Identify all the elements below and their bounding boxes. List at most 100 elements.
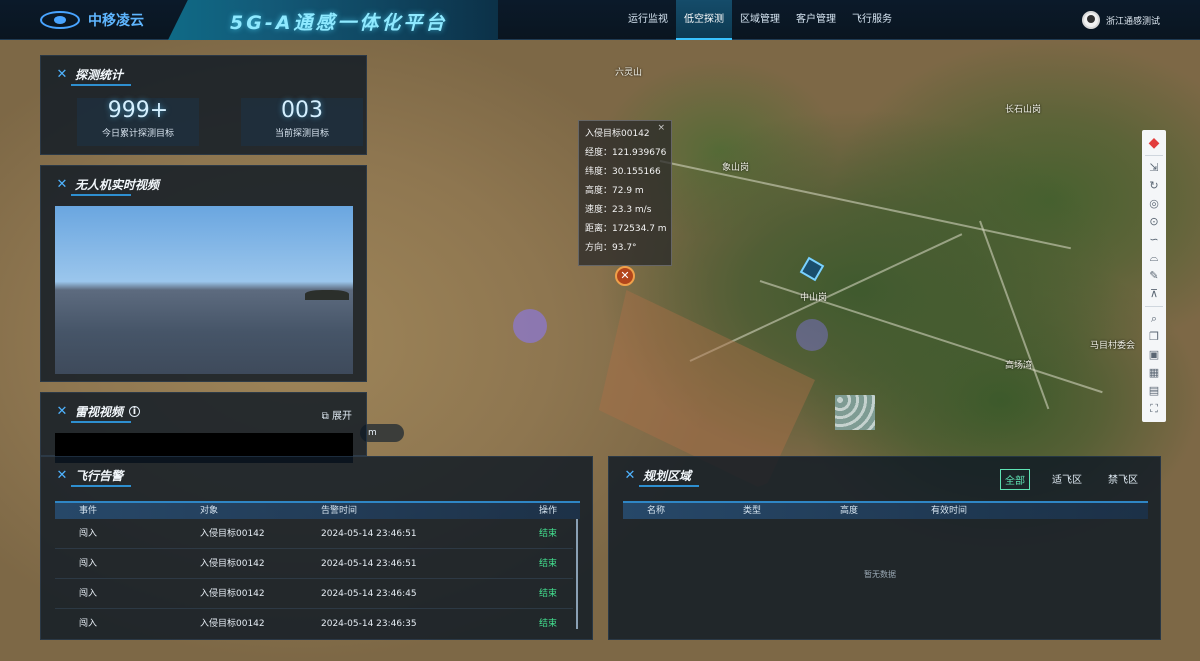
cell-event: 闯入 bbox=[79, 589, 98, 599]
cell-time: 2024-05-14 23:46:45 bbox=[321, 589, 417, 599]
nav-item-flight-service[interactable]: 飞行服务 bbox=[844, 0, 900, 40]
brand-name: 中移凌云 bbox=[88, 13, 144, 29]
panel-title: ✕ 规划区域 bbox=[623, 467, 699, 487]
target-marker-icon[interactable]: ✕ bbox=[615, 266, 635, 286]
planning-zones-panel: ✕ 规划区域 全部 适飞区 禁飞区 名称 类型 高度 有效时间 暂无数据 bbox=[608, 456, 1161, 640]
alerts-title: 飞行告警 bbox=[75, 469, 124, 483]
expand-label: 展开 bbox=[332, 411, 352, 422]
nav-item-area-management[interactable]: 区域管理 bbox=[732, 0, 788, 40]
tooltip-target: 入侵目标00142 bbox=[585, 129, 650, 139]
map-label: 长石山岗 bbox=[1005, 105, 1042, 115]
station-icon[interactable]: ⊼ bbox=[1145, 285, 1163, 303]
cell-object: 入侵目标00142 bbox=[200, 619, 265, 629]
layers-icon[interactable]: ◎ bbox=[1145, 195, 1163, 213]
uav-video-feed[interactable] bbox=[55, 206, 353, 374]
panel-x-icon: ✕ bbox=[56, 66, 68, 82]
cell-time: 2024-05-14 23:46:51 bbox=[321, 529, 417, 539]
map-label: 马目村委会 bbox=[1090, 341, 1136, 351]
zone-tabs: 全部 适飞区 禁飞区 bbox=[1000, 469, 1142, 490]
zones-table-header: 名称 类型 高度 有效时间 bbox=[623, 501, 1148, 519]
cell-object: 入侵目标00142 bbox=[200, 589, 265, 599]
stats-panel: ✕ 探测统计 999+ 今日累计探测目标 003 当前探测目标 bbox=[40, 55, 367, 155]
tooltip-longitude: 经度：121.939676 bbox=[585, 148, 667, 158]
avatar bbox=[1081, 11, 1100, 29]
panel-x-icon: ✕ bbox=[56, 403, 68, 419]
table-row[interactable]: 闯入 入侵目标00142 2024-05-14 23:46:35 结束 bbox=[55, 609, 573, 639]
stats-title: 探测统计 bbox=[75, 68, 124, 82]
title-underline bbox=[71, 421, 131, 423]
search-icon[interactable]: ⌕ bbox=[1145, 310, 1163, 328]
copy-icon[interactable]: ❐ bbox=[1145, 328, 1163, 346]
bag-icon[interactable]: ▤ bbox=[1145, 382, 1163, 400]
column-header: 对象 bbox=[200, 506, 219, 516]
station-pin-icon[interactable] bbox=[799, 256, 825, 282]
table-row[interactable]: 闯入 入侵目标00142 2024-05-14 23:46:51 结束 bbox=[55, 549, 573, 579]
stat-today: 999+ 今日累计探测目标 bbox=[77, 98, 199, 146]
stat-current-value: 003 bbox=[281, 98, 323, 123]
route-icon[interactable]: ∽ bbox=[1145, 231, 1163, 249]
cell-event: 闯入 bbox=[79, 619, 98, 629]
radar-icon[interactable]: ⌓ bbox=[1145, 249, 1163, 267]
end-button[interactable]: 结束 bbox=[539, 609, 573, 639]
panel-title: ✕ 无人机实时视频 bbox=[55, 176, 159, 196]
location-icon[interactable]: ⊙ bbox=[1145, 213, 1163, 231]
cell-object: 入侵目标00142 bbox=[200, 529, 265, 539]
export-icon[interactable]: ⇲ bbox=[1145, 159, 1163, 177]
table-row[interactable]: 闯入 入侵目标00142 2024-05-14 23:46:45 结束 bbox=[55, 579, 573, 609]
image-icon[interactable]: ▣ bbox=[1145, 346, 1163, 364]
radar-video-panel: ✕ 雷视视频 i ⧉ 展开 bbox=[40, 392, 367, 463]
fullscreen-icon[interactable]: ⛶ bbox=[1145, 400, 1163, 418]
flight-alerts-panel: ✕ 飞行告警 事件 对象 告警时间 操作 闯入 入侵目标00142 2024-0… bbox=[40, 456, 593, 640]
column-header: 高度 bbox=[840, 506, 859, 516]
end-button[interactable]: 结束 bbox=[539, 549, 573, 578]
tooltip-direction: 方向：93.7° bbox=[585, 243, 637, 253]
toolbar-divider bbox=[1145, 306, 1163, 307]
table-scrollbar[interactable] bbox=[576, 519, 578, 629]
compass-icon[interactable]: ◆ bbox=[1145, 134, 1163, 152]
target-tooltip: × 入侵目标00142 经度：121.939676 纬度：30.155166 高… bbox=[578, 120, 672, 266]
stat-today-label: 今日累计探测目标 bbox=[101, 129, 174, 139]
info-icon[interactable]: i bbox=[129, 406, 141, 417]
nav-item-customer-management[interactable]: 客户管理 bbox=[788, 0, 844, 40]
nav-item-low-altitude-detection[interactable]: 低空探测 bbox=[676, 0, 732, 40]
close-icon[interactable]: × bbox=[657, 123, 665, 133]
panel-x-icon: ✕ bbox=[624, 467, 636, 483]
end-button[interactable]: 结束 bbox=[539, 519, 573, 548]
radar-video-title: 雷视视频 bbox=[75, 405, 124, 419]
uav-video-panel: ✕ 无人机实时视频 bbox=[40, 165, 367, 382]
table-row[interactable]: 闯入 入侵目标00142 2024-05-14 23:46:51 结束 bbox=[55, 519, 573, 549]
tooltip-distance: 距离：172534.7 m bbox=[585, 224, 667, 234]
map-label: 高场湾 bbox=[1005, 361, 1033, 371]
brand-logo[interactable]: 中移凌云 bbox=[40, 10, 144, 30]
title-underline bbox=[71, 84, 131, 86]
cell-time: 2024-05-14 23:46:51 bbox=[321, 559, 417, 569]
column-header: 告警时间 bbox=[321, 506, 358, 516]
tooltip-altitude: 高度：72.9 m bbox=[585, 186, 644, 196]
expand-icon: ⧉ bbox=[321, 411, 329, 422]
tab-all[interactable]: 全部 bbox=[1000, 469, 1030, 490]
logo-icon bbox=[40, 11, 80, 29]
expand-button[interactable]: ⧉ 展开 bbox=[322, 407, 352, 422]
nav-item-operation-monitor[interactable]: 运行监视 bbox=[620, 0, 676, 40]
user-name: 浙江通感测试 bbox=[1105, 16, 1160, 27]
alerts-table-header: 事件 对象 告警时间 操作 bbox=[55, 501, 580, 519]
column-header: 有效时间 bbox=[931, 506, 968, 516]
grid-icon[interactable]: ▦ bbox=[1145, 364, 1163, 382]
panel-x-icon: ✕ bbox=[56, 467, 68, 483]
tab-fly-zone[interactable]: 适飞区 bbox=[1048, 469, 1086, 490]
panel-title: ✕ 探测统计 bbox=[55, 66, 131, 86]
map-road bbox=[659, 160, 1072, 250]
video-island bbox=[305, 290, 349, 300]
main-nav: 运行监视 低空探测 区域管理 客户管理 飞行服务 bbox=[620, 0, 900, 40]
refresh-icon[interactable]: ↻ bbox=[1145, 177, 1163, 195]
map-label: 六灵山 bbox=[615, 68, 643, 78]
column-header: 操作 bbox=[539, 506, 558, 516]
edit-icon[interactable]: ✎ bbox=[1145, 267, 1163, 285]
user-menu[interactable]: 浙江通感测试 bbox=[1081, 11, 1160, 29]
end-button[interactable]: 结束 bbox=[539, 579, 573, 608]
page-title: 5G-A通感一体化平台 bbox=[230, 12, 448, 34]
empty-state: 暂无数据 bbox=[864, 570, 896, 579]
tooltip-speed: 速度：23.3 m/s bbox=[585, 205, 652, 215]
tab-no-fly-zone[interactable]: 禁飞区 bbox=[1104, 469, 1142, 490]
cell-object: 入侵目标00142 bbox=[200, 559, 265, 569]
